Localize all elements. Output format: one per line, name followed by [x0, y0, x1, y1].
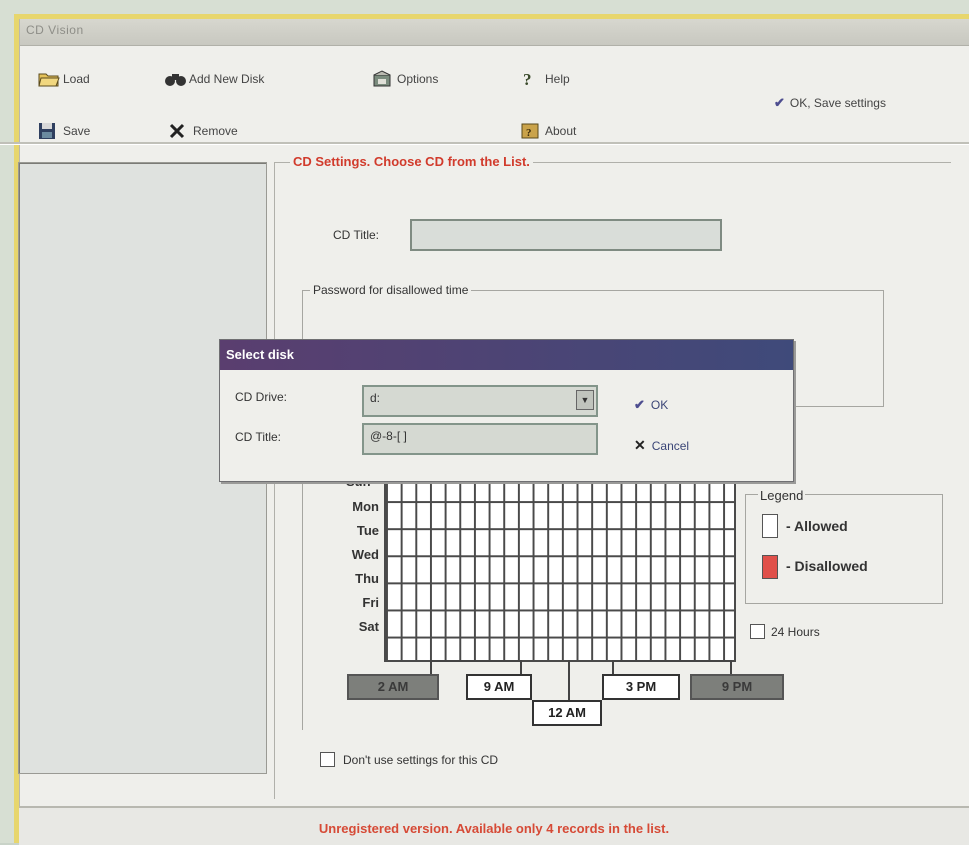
checkmark-icon: ✔: [774, 95, 785, 110]
password-group-title: Password for disallowed time: [310, 283, 472, 297]
dont-use-settings-checkbox[interactable]: [320, 752, 335, 767]
disallowed-swatch: [762, 555, 778, 579]
options-label: Options: [397, 72, 439, 86]
time-tick: [612, 660, 732, 662]
remove-button[interactable]: Remove: [168, 122, 238, 140]
chevron-down-icon[interactable]: ▼: [576, 390, 594, 410]
time-tick: [612, 660, 614, 674]
dialog-cd-title-label: CD Title:: [235, 430, 282, 444]
options-button[interactable]: Options: [372, 70, 438, 88]
allowed-label: - Allowed: [786, 518, 848, 534]
help-button[interactable]: ? Help: [520, 70, 570, 89]
dialog-cancel-button[interactable]: ✕ Cancel: [634, 437, 689, 454]
about-icon: ?: [520, 122, 540, 140]
remove-label: Remove: [193, 124, 238, 138]
day-label: Fri: [362, 595, 379, 610]
allowed-swatch: [762, 514, 778, 538]
floppy-disk-icon: [38, 122, 58, 140]
toolbar-separator: [0, 142, 969, 145]
cd-title-label: CD Title:: [333, 228, 380, 242]
day-label: Tue: [356, 523, 379, 538]
time-tick: [568, 660, 570, 700]
cd-drive-label: CD Drive:: [235, 390, 288, 404]
legend-title: Legend: [758, 488, 806, 503]
cd-drive-value: d:: [370, 391, 381, 405]
add-new-disk-button[interactable]: Add New Disk: [164, 70, 264, 88]
disallowed-label: - Disallowed: [786, 558, 868, 574]
dialog-title: Select disk: [226, 347, 294, 362]
dialog-ok-button[interactable]: ✔ OK: [634, 397, 668, 413]
close-icon: [168, 122, 188, 140]
about-label: About: [545, 124, 577, 138]
ok-save-settings-label: OK, Save settings: [789, 96, 886, 110]
day-label: Wed: [351, 547, 379, 562]
time-tick: [430, 660, 432, 674]
time-tick: [520, 660, 522, 674]
time-tick: [730, 660, 732, 674]
window-title: CD Vision: [26, 23, 84, 37]
time-button-2am[interactable]: 2 AM: [347, 674, 439, 700]
24-hours-checkbox[interactable]: [750, 624, 765, 639]
help-icon: ?: [520, 70, 540, 89]
dialog-title-bar: Select disk: [220, 340, 793, 370]
day-label: Sat: [358, 619, 379, 634]
svg-text:?: ?: [523, 70, 532, 88]
folder-open-icon: [38, 70, 60, 88]
dont-use-settings-label: Don't use settings for this CD: [343, 753, 499, 767]
cd-title-field[interactable]: [410, 219, 722, 251]
time-button-3pm[interactable]: 3 PM: [602, 674, 680, 700]
close-icon: ✕: [634, 437, 646, 453]
binoculars-icon: [164, 70, 186, 88]
day-labels: Mon Tue Wed Thu Fri Sat: [335, 495, 383, 639]
cd-drive-select[interactable]: d: ▼: [362, 385, 598, 417]
about-button[interactable]: ? About: [520, 122, 576, 140]
add-new-disk-label: Add New Disk: [189, 72, 265, 86]
status-bar: Unregistered version. Available only 4 r…: [19, 806, 969, 845]
checkmark-icon: ✔: [634, 397, 645, 412]
legend-group: [745, 494, 943, 604]
help-label: Help: [545, 72, 570, 86]
time-button-9am[interactable]: 9 AM: [466, 674, 532, 700]
ok-save-settings-button[interactable]: ✔ OK, Save settings: [774, 95, 886, 111]
status-text: Unregistered version. Available only 4 r…: [318, 821, 670, 836]
schedule-grid[interactable]: [384, 472, 736, 662]
title-bar: CD Vision: [20, 19, 969, 46]
time-tick: [430, 660, 520, 662]
options-icon: [372, 70, 392, 88]
load-label: Load: [63, 72, 90, 86]
dialog-ok-label: OK: [650, 398, 669, 412]
save-button[interactable]: Save: [38, 122, 90, 140]
dialog-cd-title-field[interactable]: @-8-[ ]: [362, 423, 598, 455]
day-label: Mon: [352, 499, 379, 514]
save-label: Save: [63, 124, 91, 138]
day-label: Thu: [355, 571, 379, 586]
24-hours-label: 24 Hours: [771, 625, 820, 639]
cd-settings-title: CD Settings. Choose CD from the List.: [290, 154, 533, 169]
time-button-12am[interactable]: 12 AM: [532, 700, 602, 726]
svg-text:?: ?: [526, 127, 532, 139]
time-button-9pm[interactable]: 9 PM: [690, 674, 784, 700]
load-button[interactable]: Load: [38, 70, 90, 88]
dialog-cancel-label: Cancel: [651, 438, 690, 453]
